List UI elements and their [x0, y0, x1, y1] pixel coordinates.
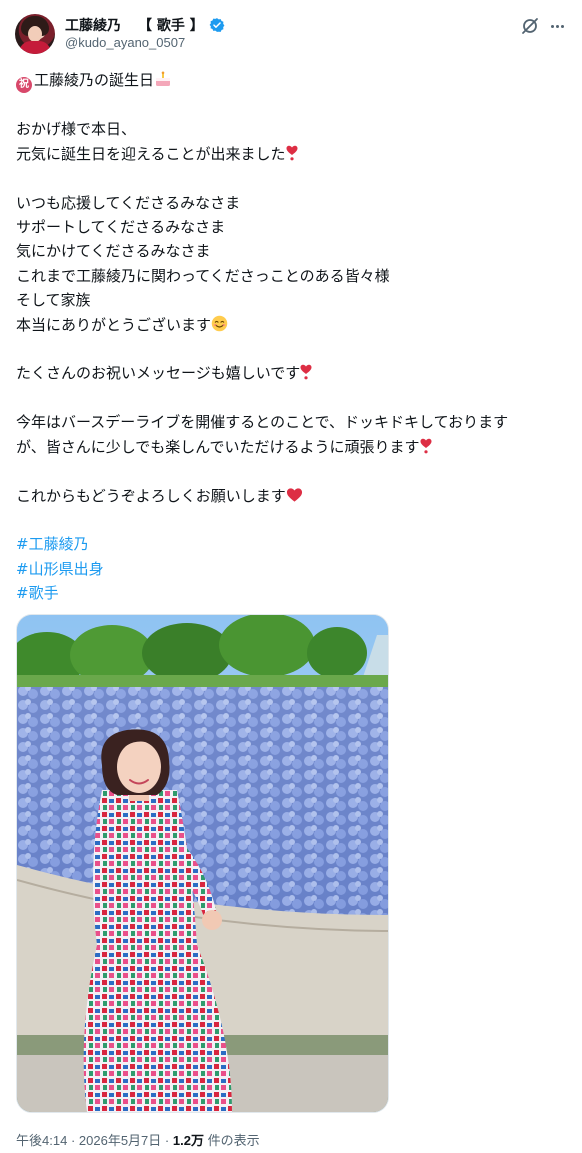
tweet-time[interactable]: 午後4:14	[16, 1133, 67, 1148]
meta-separator: ·	[164, 1133, 170, 1148]
tweet-detail: 工藤綾乃 【 歌手 】 @kudo_ayano_0507 祝工藤綾乃の誕生日 お…	[0, 0, 582, 1153]
hashtag-link[interactable]: #工藤綾乃	[16, 532, 568, 556]
iwai-emoji-icon: 祝	[16, 77, 32, 93]
photo-image	[17, 615, 388, 1112]
para4-line2: が、皆さんに少しでも楽しんでいただけるように頑張ります	[16, 437, 420, 456]
handle[interactable]: @kudo_ayano_0507	[65, 35, 185, 50]
tweet-header: 工藤綾乃 【 歌手 】 @kudo_ayano_0507	[15, 14, 567, 56]
name-tag[interactable]: 【 歌手 】	[138, 15, 204, 35]
tweet-date[interactable]: 2026年5月7日	[79, 1133, 161, 1148]
display-name[interactable]: 工藤綾乃	[65, 15, 121, 35]
para2-line2: サポートしてくださるみなさま	[16, 218, 226, 237]
heart-exclamation-icon	[420, 438, 432, 454]
tweet-meta: 午後4:14 · 2026年5月7日 · 1.2万 件の表示	[16, 1130, 260, 1149]
para1-line2: 元気に誕生日を迎えることが出来ました	[16, 144, 286, 163]
avatar-face	[28, 26, 42, 42]
para1-line1: おかげ様で本日、	[16, 120, 137, 139]
views-label: 件の表示	[207, 1133, 260, 1148]
para3-line1: たくさんのお祝いメッセージも嬉しいです	[16, 364, 301, 383]
tweet-text: 祝工藤綾乃の誕生日 おかげ様で本日、 元気に誕生日を迎えることが出来ました いつ…	[16, 68, 568, 605]
heart-exclamation-icon	[286, 145, 298, 161]
para2-line3: 気にかけてくださるみなさま	[16, 242, 211, 261]
para2-line4: これまで工藤綾乃に関わってくださっことのある皆々様	[16, 266, 390, 285]
more-options-icon[interactable]	[547, 16, 567, 36]
hashtag-link[interactable]: #山形県出身	[16, 557, 568, 581]
title-line: 工藤綾乃の誕生日	[34, 71, 155, 89]
meta-separator: ·	[70, 1133, 76, 1148]
verified-badge-icon	[209, 18, 225, 32]
para5-line1: これからもどうぞよろしくお願いします	[16, 486, 286, 505]
avatar-dress	[19, 41, 51, 54]
heart-exclamation-icon	[300, 365, 312, 380]
para4-line1: 今年はバースデーライブを開催するとのことで、ドッキドキしております	[16, 413, 509, 432]
smiling-face-icon	[211, 315, 228, 331]
para2-line5: そして家族	[16, 291, 91, 310]
para2-line1: いつも応援してくださるみなさま	[16, 193, 241, 212]
hashtag-link[interactable]: #歌手	[16, 581, 568, 605]
red-heart-icon	[286, 487, 302, 502]
views-count: 1.2万	[172, 1133, 204, 1148]
birthday-cake-icon	[156, 71, 171, 86]
avatar[interactable]	[15, 14, 55, 54]
grok-icon[interactable]	[520, 16, 540, 36]
tweet-photo[interactable]	[16, 614, 389, 1113]
name-row: 工藤綾乃 【 歌手 】	[65, 15, 225, 35]
para2-line6: 本当にありがとうございます	[16, 315, 212, 334]
